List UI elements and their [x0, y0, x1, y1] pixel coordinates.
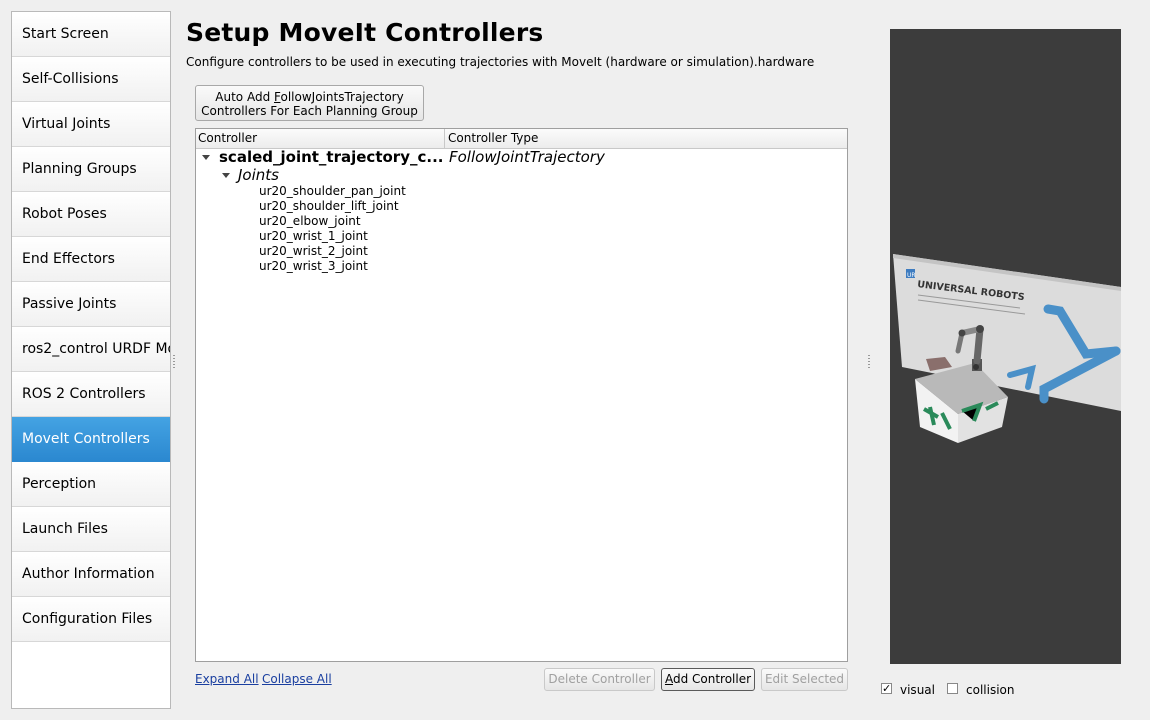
robot-3d-viewport[interactable]: UR UNIVERSAL ROBOTS	[890, 29, 1121, 664]
sidebar-item-ros2-controllers[interactable]: ROS 2 Controllers	[12, 372, 170, 417]
joint-list-item[interactable]: ur20_elbow_joint	[259, 214, 361, 228]
tree-row-controller[interactable]: scaled_joint_trajectory_c... FollowJoint…	[196, 148, 847, 167]
collapse-all-link[interactable]: Collapse All	[262, 672, 332, 686]
robot-lower-arm	[973, 325, 984, 365]
sidebar-item-ros2-control-urdf[interactable]: ros2_control URDF Modifications	[12, 327, 170, 372]
expand-all-link[interactable]: Expand All	[195, 672, 259, 686]
robot-joint	[958, 329, 966, 337]
visual-checkbox-label: visual	[900, 683, 935, 697]
controller-name: scaled_joint_trajectory_c...	[219, 148, 444, 166]
edit-selected-button[interactable]: Edit Selected	[761, 668, 848, 691]
viewport-splitter-handle[interactable]	[868, 355, 870, 369]
auto-add-label-part: ollowJointsTrajectory	[280, 90, 404, 104]
joint-list-item[interactable]: ur20_wrist_3_joint	[259, 259, 368, 273]
sidebar-item-robot-poses[interactable]: Robot Poses	[12, 192, 170, 237]
sidebar-item-planning-groups[interactable]: Planning Groups	[12, 147, 170, 192]
sidebar-item-perception[interactable]: Perception	[12, 462, 170, 507]
robot-scene: UR UNIVERSAL ROBOTS	[893, 254, 1121, 443]
joint-list-item[interactable]: ur20_shoulder_pan_joint	[259, 184, 406, 198]
column-header-controller[interactable]: Controller	[198, 129, 445, 148]
sidebar-item-launch-files[interactable]: Launch Files	[12, 507, 170, 552]
joints-group-label: Joints	[238, 166, 279, 184]
controller-type: FollowJointTrajectory	[449, 148, 605, 166]
tree-row-joints-group[interactable]: Joints	[196, 166, 847, 185]
visual-checkbox[interactable]: ✓	[881, 683, 892, 694]
sidebar-item-author-information[interactable]: Author Information	[12, 552, 170, 597]
sidebar-item-moveit-controllers[interactable]: MoveIt Controllers	[12, 417, 170, 462]
sidebar-item-start-screen[interactable]: Start Screen	[12, 12, 170, 57]
ur-logo-mark: UR	[907, 272, 916, 279]
joint-list-item[interactable]: ur20_wrist_1_joint	[259, 229, 368, 243]
robot-joint	[973, 364, 979, 370]
joint-list-item[interactable]: ur20_shoulder_lift_joint	[259, 199, 399, 213]
column-header-controller-type[interactable]: Controller Type	[448, 131, 538, 145]
sidebar-item-configuration-files[interactable]: Configuration Files	[12, 597, 170, 642]
page-title: Setup MoveIt Controllers	[186, 18, 544, 47]
sidebar-nav: Start Screen Self-Collisions Virtual Joi…	[11, 11, 171, 709]
robot-joint	[976, 325, 984, 333]
add-controller-label: dd Controller	[672, 672, 752, 686]
sidebar-item-virtual-joints[interactable]: Virtual Joints	[12, 102, 170, 147]
expand-arrow-icon[interactable]	[202, 155, 210, 160]
sidebar-splitter-handle[interactable]	[173, 355, 175, 369]
joint-list-item[interactable]: ur20_wrist_2_joint	[259, 244, 368, 258]
expand-arrow-icon[interactable]	[222, 173, 230, 178]
auto-add-label-part: Auto Add	[215, 90, 275, 104]
sidebar-item-end-effectors[interactable]: End Effectors	[12, 237, 170, 282]
auto-add-label-line2: Controllers For Each Planning Group	[201, 104, 418, 118]
page-subtitle: Configure controllers to be used in exec…	[186, 55, 815, 69]
sidebar-item-self-collisions[interactable]: Self-Collisions	[12, 57, 170, 102]
delete-controller-button[interactable]: Delete Controller	[544, 668, 655, 691]
add-controller-mnemonic: A	[664, 672, 673, 686]
auto-add-controllers-button[interactable]: Auto Add FollowJointsTrajectory Controll…	[195, 85, 424, 121]
sidebar-item-passive-joints[interactable]: Passive Joints	[12, 282, 170, 327]
collision-checkbox-label: collision	[966, 683, 1015, 697]
add-controller-button[interactable]: Add Controller	[661, 668, 755, 691]
controllers-tree[interactable]: Controller Controller Type scaled_joint_…	[195, 128, 848, 662]
tree-header: Controller Controller Type	[196, 129, 847, 149]
collision-checkbox[interactable]	[947, 683, 958, 694]
